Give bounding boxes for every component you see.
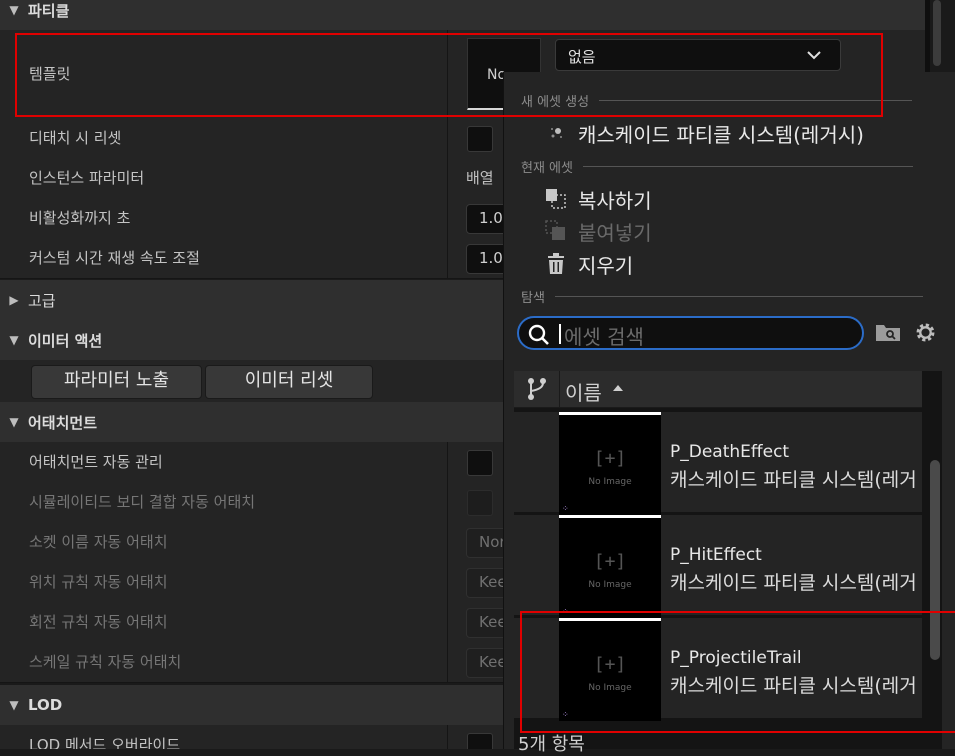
category-title: 이미터 액션 xyxy=(28,331,103,350)
menu-item-cascade-legacy[interactable]: 캐스케이드 파티클 시스템(레거시) xyxy=(544,119,864,147)
menu-item-label: 지우기 xyxy=(578,253,634,278)
category-title: LOD xyxy=(28,696,63,714)
asset-name: P_DeathEffect xyxy=(670,442,790,462)
asset-list: 이름 [+] No Image ⁘ P_DeathEffect 캐스케이드 파티… xyxy=(514,371,942,749)
expand-arrow-icon[interactable]: ▶ xyxy=(0,293,28,307)
collapse-arrow-icon[interactable]: ▼ xyxy=(0,3,28,17)
asset-name: P_ProjectileTrail xyxy=(670,648,802,668)
asset-thumbnail: [+] No Image ⁘ xyxy=(559,412,661,515)
copy-icon xyxy=(544,187,568,211)
seconds-before-inactive-label: 비활성화까지 초 xyxy=(29,209,131,227)
asset-row[interactable]: [+] No Image ⁘ P_DeathEffect 캐스케이드 파티클 시… xyxy=(514,412,922,515)
category-title: 고급 xyxy=(28,291,56,310)
expose-parameter-button[interactable]: 파라미터 노출 xyxy=(31,365,202,399)
details-scrollbar-thumb[interactable] xyxy=(933,0,941,66)
menu-item-clear[interactable]: 지우기 xyxy=(544,250,633,278)
collapse-arrow-icon[interactable]: ▼ xyxy=(0,333,28,347)
asset-list-scrollbar-thumb[interactable] xyxy=(930,460,940,660)
template-label: 템플릿 xyxy=(29,65,71,83)
search-placeholder: 에셋 검색 xyxy=(564,325,644,349)
menu-item-label: 복사하기 xyxy=(578,188,652,213)
particle-icon: ⁘ xyxy=(562,504,569,513)
list-header: 이름 xyxy=(514,371,922,408)
asset-name: P_HitEffect xyxy=(670,545,762,565)
lod-method-override-label: LOD 메서드 오버라이드 xyxy=(29,736,181,749)
source-branch-icon[interactable] xyxy=(526,377,548,405)
sort-ascending-icon xyxy=(613,385,623,391)
reset-on-detach-checkbox[interactable] xyxy=(467,126,493,152)
section-current-asset: 현재 에셋 xyxy=(521,156,941,176)
particle-system-icon xyxy=(544,121,568,145)
asset-type: 캐스케이드 파티클 시스템(레거 xyxy=(670,572,917,594)
search-icon xyxy=(528,324,549,345)
template-asset-combo[interactable]: 없음 xyxy=(555,39,841,71)
trash-icon xyxy=(544,252,568,276)
name-column-header[interactable]: 이름 xyxy=(565,377,602,406)
gear-icon[interactable] xyxy=(913,320,938,349)
section-title: 현재 에셋 xyxy=(521,160,573,176)
menu-item-label: 캐스케이드 파티클 시스템(레거시) xyxy=(578,122,864,147)
reset-emitter-button[interactable]: 이미터 리셋 xyxy=(205,365,373,399)
section-title: 탐색 xyxy=(521,290,545,306)
asset-row[interactable]: [+] No Image ⁘ P_HitEffect 캐스케이드 파티클 시스템… xyxy=(514,515,922,618)
reset-on-detach-label: 디태치 시 리셋 xyxy=(29,129,122,147)
asset-type: 캐스케이드 파티클 시스템(레거 xyxy=(670,469,917,491)
particle-icon: ⁘ xyxy=(562,710,569,719)
asset-search-input[interactable]: 에셋 검색 xyxy=(517,316,864,350)
instance-parameters-label: 인스턴스 파라미터 xyxy=(29,169,145,187)
rotation-rule-label: 회전 규칙 자동 어태치 xyxy=(29,613,168,631)
section-browse: 탐색 xyxy=(521,286,941,306)
asset-row[interactable]: [+] No Image ⁘ P_ProjectileTrail 캐스케이드 파… xyxy=(514,618,922,721)
asset-thumbnail: [+] No Image ⁘ xyxy=(559,618,661,721)
collapse-arrow-icon[interactable]: ▼ xyxy=(0,415,28,429)
category-title: 어태치먼트 xyxy=(28,413,98,432)
chevron-down-icon xyxy=(807,51,821,60)
auto-manage-attachment-label: 어태치먼트 자동 관리 xyxy=(29,453,163,471)
menu-item-copy[interactable]: 복사하기 xyxy=(544,185,652,213)
weld-simulated-label: 시뮬레이티드 보디 결합 자동 어태치 xyxy=(29,493,256,511)
custom-time-dilation-label: 커스텀 시간 재생 속도 조절 xyxy=(29,249,200,267)
particle-icon: ⁘ xyxy=(562,607,569,616)
item-count: 5개 항목 xyxy=(518,734,585,755)
asset-picker-popup: 새 에셋 생성 캐스케이드 파티클 시스템(레거시) 현재 에셋 복사하기 붙여… xyxy=(503,72,955,755)
menu-item-label: 붙여넣기 xyxy=(578,220,652,245)
location-rule-label: 위치 규칙 자동 어태치 xyxy=(29,573,168,591)
category-title: 파티클 xyxy=(28,1,70,20)
collapse-arrow-icon[interactable]: ▼ xyxy=(0,698,28,712)
asset-thumbnail: [+] No Image ⁘ xyxy=(559,515,661,618)
template-combo-value: 없음 xyxy=(568,48,596,66)
folder-icon[interactable] xyxy=(874,320,902,348)
socket-name-label: 소켓 이름 자동 어태치 xyxy=(29,533,168,551)
scale-rule-label: 스케일 규칙 자동 어태치 xyxy=(29,653,182,671)
weld-simulated-checkbox xyxy=(467,490,493,516)
lod-method-override-checkbox[interactable] xyxy=(467,733,493,749)
category-particle[interactable]: ▼ 파티클 xyxy=(0,0,925,31)
asset-type: 캐스케이드 파티클 시스템(레거 xyxy=(670,675,917,697)
section-title: 새 에셋 생성 xyxy=(521,94,590,110)
section-create-new: 새 에셋 생성 xyxy=(521,90,941,110)
paste-icon xyxy=(544,219,568,243)
menu-item-paste[interactable]: 붙여넣기 xyxy=(544,217,652,245)
auto-manage-attachment-checkbox[interactable] xyxy=(467,450,493,476)
instance-parameters-value: 배열 xyxy=(466,169,494,187)
